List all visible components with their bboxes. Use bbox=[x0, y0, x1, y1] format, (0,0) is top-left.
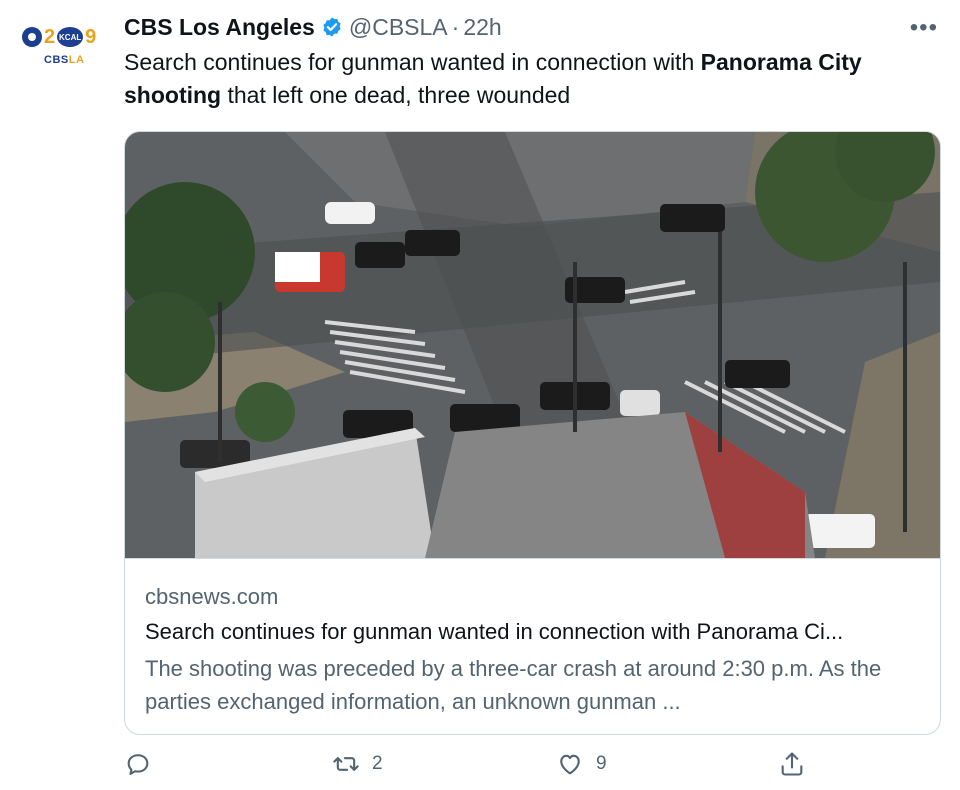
separator-dot: · bbox=[451, 13, 460, 40]
avatar[interactable]: 2 KCAL 9 CBSLA bbox=[22, 22, 104, 76]
like-button[interactable]: 9 bbox=[556, 750, 607, 778]
share-button[interactable] bbox=[778, 750, 806, 778]
kcal-badge: KCAL bbox=[57, 27, 84, 47]
card-image[interactable] bbox=[125, 132, 940, 559]
retweet-button[interactable]: 2 bbox=[332, 750, 383, 778]
cbs-kcal-logo: 2 KCAL 9 bbox=[22, 22, 104, 52]
author-name[interactable]: CBS Los Angeles bbox=[124, 14, 315, 41]
logo-number-9: 9 bbox=[85, 25, 97, 48]
tweet-header: CBS Los Angeles @CBSLA · 22h bbox=[124, 12, 900, 42]
tweet-text: Search continues for gunman wanted in co… bbox=[124, 49, 862, 108]
reply-icon bbox=[127, 754, 149, 775]
card-domain: cbsnews.com bbox=[145, 584, 279, 609]
share-icon bbox=[781, 752, 803, 776]
heart-icon bbox=[560, 754, 580, 775]
like-count: 9 bbox=[596, 753, 607, 774]
tweet-actions: 2 9 bbox=[0, 750, 960, 790]
card-title: Search continues for gunman wanted in co… bbox=[145, 619, 844, 644]
logo-caption: CBSLA bbox=[44, 54, 85, 66]
retweet-icon bbox=[333, 757, 359, 771]
author-handle[interactable]: @CBSLA bbox=[349, 14, 448, 41]
retweet-count: 2 bbox=[372, 753, 383, 774]
logo-number-2: 2 bbox=[44, 25, 56, 48]
reply-button[interactable] bbox=[124, 750, 152, 778]
verified-badge-icon bbox=[323, 17, 341, 37]
cbs-eye-icon bbox=[22, 27, 42, 47]
card-description: The shooting was preceded by a three-car… bbox=[145, 656, 882, 714]
link-card[interactable]: cbsnews.com Search continues for gunman … bbox=[124, 131, 941, 735]
more-options-icon[interactable]: ••• bbox=[910, 14, 938, 42]
tweet-timestamp[interactable]: 22h bbox=[463, 14, 501, 41]
